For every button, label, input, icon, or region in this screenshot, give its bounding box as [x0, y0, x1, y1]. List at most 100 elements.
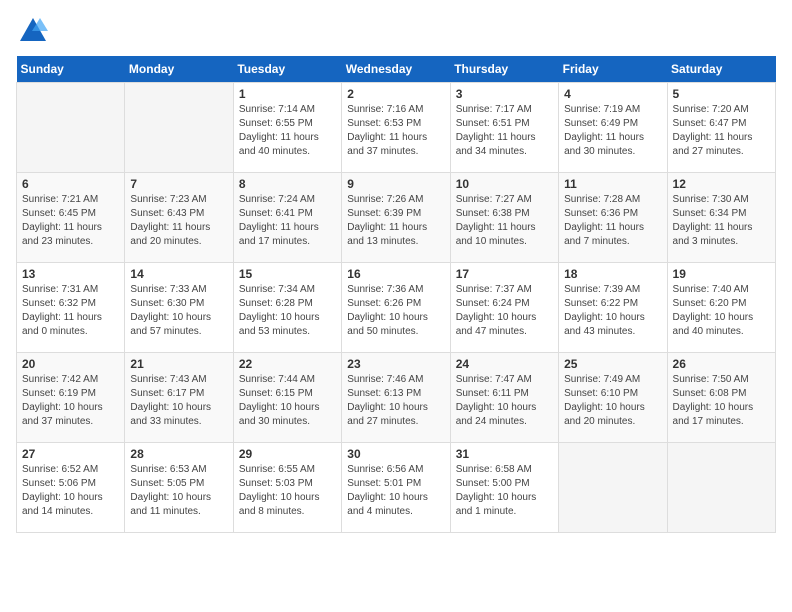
calendar-cell: 28 Sunrise: 6:53 AM Sunset: 5:05 PM Dayli… [125, 443, 233, 533]
calendar-cell [667, 443, 775, 533]
day-number: 8 [239, 177, 336, 191]
day-of-week-header: Sunday [17, 56, 125, 83]
day-number: 21 [130, 357, 227, 371]
logo-icon [18, 16, 48, 46]
calendar-cell: 25 Sunrise: 7:49 AM Sunset: 6:10 PM Dayli… [559, 353, 667, 443]
day-detail: Sunrise: 7:17 AM Sunset: 6:51 PM Dayligh… [456, 103, 553, 159]
day-number: 23 [347, 357, 444, 371]
day-number: 19 [673, 267, 770, 281]
day-detail: Sunrise: 7:42 AM Sunset: 6:19 PM Dayligh… [22, 373, 119, 429]
day-detail: Sunrise: 7:30 AM Sunset: 6:34 PM Dayligh… [673, 193, 770, 249]
day-detail: Sunrise: 7:39 AM Sunset: 6:22 PM Dayligh… [564, 283, 661, 339]
day-number: 13 [22, 267, 119, 281]
calendar-header-row: SundayMondayTuesdayWednesdayThursdayFrid… [17, 56, 776, 83]
calendar-cell: 3 Sunrise: 7:17 AM Sunset: 6:51 PM Daylig… [450, 83, 558, 173]
calendar-cell: 6 Sunrise: 7:21 AM Sunset: 6:45 PM Daylig… [17, 173, 125, 263]
day-number: 28 [130, 447, 227, 461]
day-of-week-header: Wednesday [342, 56, 450, 83]
day-detail: Sunrise: 7:26 AM Sunset: 6:39 PM Dayligh… [347, 193, 444, 249]
day-detail: Sunrise: 7:24 AM Sunset: 6:41 PM Dayligh… [239, 193, 336, 249]
day-number: 9 [347, 177, 444, 191]
day-detail: Sunrise: 6:56 AM Sunset: 5:01 PM Dayligh… [347, 463, 444, 519]
calendar-cell: 29 Sunrise: 6:55 AM Sunset: 5:03 PM Dayli… [233, 443, 341, 533]
day-detail: Sunrise: 7:44 AM Sunset: 6:15 PM Dayligh… [239, 373, 336, 429]
calendar-cell: 30 Sunrise: 6:56 AM Sunset: 5:01 PM Dayli… [342, 443, 450, 533]
calendar-cell: 2 Sunrise: 7:16 AM Sunset: 6:53 PM Daylig… [342, 83, 450, 173]
day-detail: Sunrise: 6:53 AM Sunset: 5:05 PM Dayligh… [130, 463, 227, 519]
day-number: 31 [456, 447, 553, 461]
day-of-week-header: Thursday [450, 56, 558, 83]
day-of-week-header: Monday [125, 56, 233, 83]
calendar-cell: 12 Sunrise: 7:30 AM Sunset: 6:34 PM Dayli… [667, 173, 775, 263]
day-number: 27 [22, 447, 119, 461]
day-detail: Sunrise: 7:21 AM Sunset: 6:45 PM Dayligh… [22, 193, 119, 249]
calendar-week-row: 20 Sunrise: 7:42 AM Sunset: 6:19 PM Dayli… [17, 353, 776, 443]
day-number: 24 [456, 357, 553, 371]
day-detail: Sunrise: 6:55 AM Sunset: 5:03 PM Dayligh… [239, 463, 336, 519]
day-of-week-header: Tuesday [233, 56, 341, 83]
day-detail: Sunrise: 7:16 AM Sunset: 6:53 PM Dayligh… [347, 103, 444, 159]
day-number: 3 [456, 87, 553, 101]
day-number: 11 [564, 177, 661, 191]
calendar-cell: 27 Sunrise: 6:52 AM Sunset: 5:06 PM Dayli… [17, 443, 125, 533]
calendar-week-row: 13 Sunrise: 7:31 AM Sunset: 6:32 PM Dayli… [17, 263, 776, 353]
calendar-cell: 21 Sunrise: 7:43 AM Sunset: 6:17 PM Dayli… [125, 353, 233, 443]
day-number: 5 [673, 87, 770, 101]
day-number: 7 [130, 177, 227, 191]
calendar-cell: 5 Sunrise: 7:20 AM Sunset: 6:47 PM Daylig… [667, 83, 775, 173]
day-detail: Sunrise: 7:49 AM Sunset: 6:10 PM Dayligh… [564, 373, 661, 429]
day-number: 2 [347, 87, 444, 101]
day-detail: Sunrise: 7:20 AM Sunset: 6:47 PM Dayligh… [673, 103, 770, 159]
day-detail: Sunrise: 7:46 AM Sunset: 6:13 PM Dayligh… [347, 373, 444, 429]
day-number: 17 [456, 267, 553, 281]
day-of-week-header: Friday [559, 56, 667, 83]
day-detail: Sunrise: 7:31 AM Sunset: 6:32 PM Dayligh… [22, 283, 119, 339]
day-number: 22 [239, 357, 336, 371]
calendar-cell [125, 83, 233, 173]
calendar-cell: 31 Sunrise: 6:58 AM Sunset: 5:00 PM Dayli… [450, 443, 558, 533]
day-detail: Sunrise: 7:47 AM Sunset: 6:11 PM Dayligh… [456, 373, 553, 429]
day-number: 15 [239, 267, 336, 281]
day-detail: Sunrise: 7:27 AM Sunset: 6:38 PM Dayligh… [456, 193, 553, 249]
day-detail: Sunrise: 7:37 AM Sunset: 6:24 PM Dayligh… [456, 283, 553, 339]
day-detail: Sunrise: 6:58 AM Sunset: 5:00 PM Dayligh… [456, 463, 553, 519]
day-detail: Sunrise: 7:33 AM Sunset: 6:30 PM Dayligh… [130, 283, 227, 339]
calendar-cell [559, 443, 667, 533]
day-number: 29 [239, 447, 336, 461]
day-number: 14 [130, 267, 227, 281]
calendar-cell: 13 Sunrise: 7:31 AM Sunset: 6:32 PM Dayli… [17, 263, 125, 353]
calendar-cell: 17 Sunrise: 7:37 AM Sunset: 6:24 PM Dayli… [450, 263, 558, 353]
day-number: 25 [564, 357, 661, 371]
calendar-cell: 15 Sunrise: 7:34 AM Sunset: 6:28 PM Dayli… [233, 263, 341, 353]
calendar-cell: 8 Sunrise: 7:24 AM Sunset: 6:41 PM Daylig… [233, 173, 341, 263]
day-number: 16 [347, 267, 444, 281]
day-detail: Sunrise: 7:36 AM Sunset: 6:26 PM Dayligh… [347, 283, 444, 339]
day-detail: Sunrise: 7:28 AM Sunset: 6:36 PM Dayligh… [564, 193, 661, 249]
calendar-cell: 19 Sunrise: 7:40 AM Sunset: 6:20 PM Dayli… [667, 263, 775, 353]
calendar-week-row: 6 Sunrise: 7:21 AM Sunset: 6:45 PM Daylig… [17, 173, 776, 263]
day-number: 6 [22, 177, 119, 191]
day-detail: Sunrise: 6:52 AM Sunset: 5:06 PM Dayligh… [22, 463, 119, 519]
calendar-cell [17, 83, 125, 173]
calendar-cell: 14 Sunrise: 7:33 AM Sunset: 6:30 PM Dayli… [125, 263, 233, 353]
day-number: 26 [673, 357, 770, 371]
calendar-cell: 22 Sunrise: 7:44 AM Sunset: 6:15 PM Dayli… [233, 353, 341, 443]
day-number: 18 [564, 267, 661, 281]
day-number: 12 [673, 177, 770, 191]
day-detail: Sunrise: 7:23 AM Sunset: 6:43 PM Dayligh… [130, 193, 227, 249]
logo [16, 16, 48, 46]
calendar-cell: 4Sunrise: 7:19 AM Sunset: 6:49 PM Daylig… [559, 83, 667, 173]
calendar-cell: 23 Sunrise: 7:46 AM Sunset: 6:13 PM Dayli… [342, 353, 450, 443]
calendar-cell: 24 Sunrise: 7:47 AM Sunset: 6:11 PM Dayli… [450, 353, 558, 443]
day-number: 20 [22, 357, 119, 371]
calendar-cell: 16 Sunrise: 7:36 AM Sunset: 6:26 PM Dayli… [342, 263, 450, 353]
day-detail: Sunrise: 7:40 AM Sunset: 6:20 PM Dayligh… [673, 283, 770, 339]
day-detail: Sunrise: 7:43 AM Sunset: 6:17 PM Dayligh… [130, 373, 227, 429]
calendar-cell: 1Sunrise: 7:14 AM Sunset: 6:55 PM Daylig… [233, 83, 341, 173]
calendar-cell: 9 Sunrise: 7:26 AM Sunset: 6:39 PM Daylig… [342, 173, 450, 263]
calendar-cell: 26Sunrise: 7:50 AM Sunset: 6:08 PM Dayli… [667, 353, 775, 443]
day-number: 4 [564, 87, 661, 101]
day-detail: Sunrise: 7:34 AM Sunset: 6:28 PM Dayligh… [239, 283, 336, 339]
day-number: 30 [347, 447, 444, 461]
calendar-table: SundayMondayTuesdayWednesdayThursdayFrid… [16, 56, 776, 533]
